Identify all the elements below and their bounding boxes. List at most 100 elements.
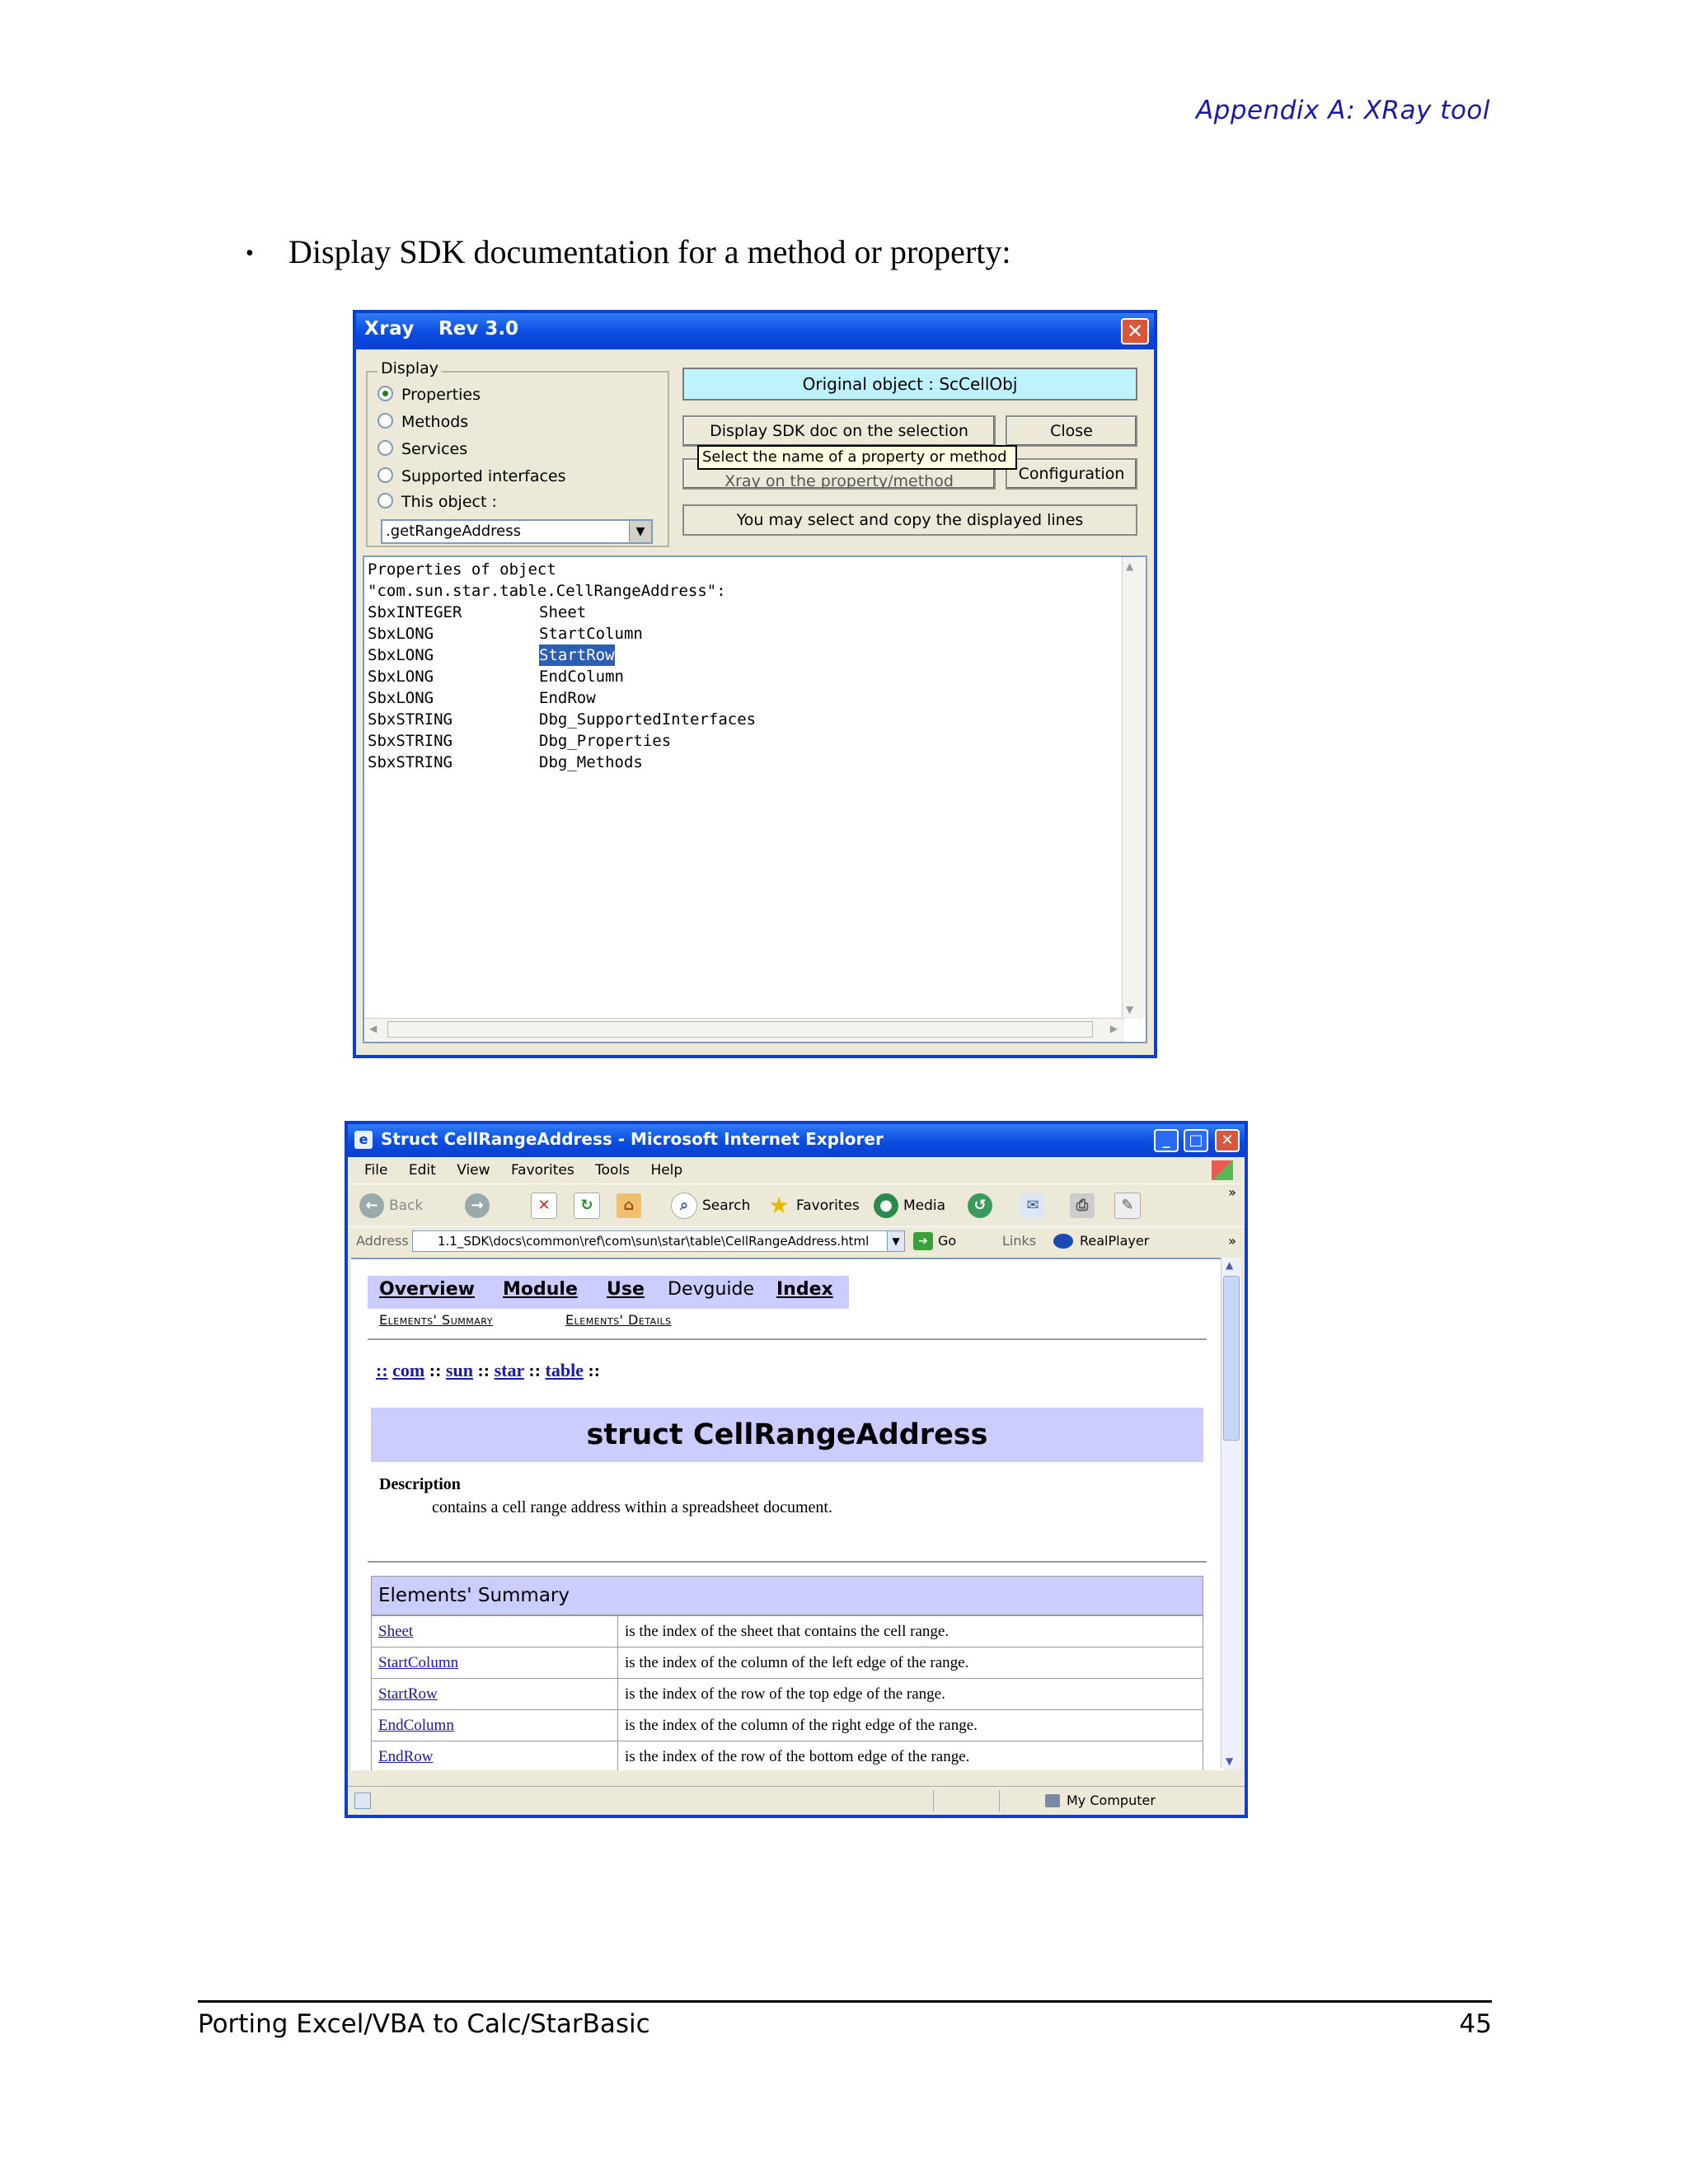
realplayer-icon [1053,1234,1073,1249]
radio-this-object-icon[interactable] [377,493,393,509]
breadcrumb-star[interactable]: star [495,1360,524,1380]
address-dropdown-icon[interactable]: ▼ [887,1230,905,1252]
property-name[interactable]: StartColumn [539,623,643,644]
scroll-up-icon[interactable]: ▲ [1226,1259,1233,1271]
history-icon: ↺ [968,1193,992,1218]
display-sdk-doc-button[interactable]: Display SDK doc on the selection [682,415,996,447]
xray-dialog: Xray Rev 3.0 ✕ Display Properties Method… [353,310,1157,1058]
close-button[interactable]: Close [1006,415,1137,447]
chevron-down-icon[interactable]: ▼ [629,521,651,542]
back-button[interactable]: ← Back [359,1193,423,1219]
ie-scroll-thumb[interactable] [1223,1276,1240,1441]
ie-page-content: Overview Module Use Devguide Index Eleme… [351,1258,1225,1770]
ie-title: Struct CellRangeAddress - Microsoft Inte… [381,1129,884,1149]
element-link-sheet[interactable]: Sheet [371,1615,618,1647]
property-name[interactable]: Dbg_SupportedInterfaces [539,709,756,730]
xray-close-icon[interactable]: ✕ [1121,318,1149,344]
menu-tools[interactable]: Tools [595,1157,630,1183]
radio-properties-icon[interactable] [377,386,393,401]
scroll-left-icon[interactable]: ◀ [369,1023,377,1034]
menu-help[interactable]: Help [650,1157,682,1183]
refresh-button[interactable]: ↻ [574,1193,605,1219]
search-icon: ⌕ [671,1193,697,1219]
ie-vertical-scrollbar[interactable]: ▲ ▼ [1221,1258,1241,1769]
forward-button[interactable]: → [465,1193,495,1219]
radio-this-object[interactable]: This object : [377,493,497,518]
nav-use[interactable]: Use [607,1279,645,1300]
menu-favorites[interactable]: Favorites [511,1157,574,1183]
element-link-startcolumn[interactable]: StartColumn [371,1647,618,1679]
property-name[interactable]: Dbg_Properties [539,730,671,752]
object-combo[interactable]: .getRangeAddress ▼ [381,519,653,544]
breadcrumb-sep: :: [477,1360,490,1380]
go-arrow-icon[interactable]: ➔ [913,1232,933,1250]
radio-methods-icon[interactable] [377,413,393,429]
scroll-down-icon[interactable]: ▼ [1226,1755,1233,1767]
property-name[interactable]: EndColumn [539,666,624,687]
vertical-scrollbar[interactable]: ▲ ▼ [1122,557,1146,1019]
select-copy-message: You may select and copy the displayed li… [682,504,1137,536]
scroll-thumb[interactable] [387,1021,1093,1038]
maximize-icon[interactable]: □ [1184,1129,1208,1152]
scroll-right-icon[interactable]: ▶ [1110,1023,1118,1034]
properties-text-area[interactable]: Properties of object "com.sun.star.table… [363,555,1147,1043]
breadcrumb-table[interactable]: table [546,1360,584,1380]
breadcrumb-sun[interactable]: sun [446,1360,473,1380]
home-button[interactable]: ⌂ [617,1193,646,1219]
links-more-icon[interactable]: » [1228,1227,1236,1255]
element-link-endrow[interactable]: EndRow [371,1741,618,1770]
radio-properties[interactable]: Properties [377,386,481,410]
property-name-selected[interactable]: StartRow [539,644,615,666]
search-button[interactable]: ⌕ Search [671,1193,750,1219]
ie-menu-bar: File Edit View Favorites Tools Help [348,1157,1245,1183]
element-link-startrow[interactable]: StartRow [371,1678,618,1710]
breadcrumb-com[interactable]: com [392,1360,424,1380]
ie-title-bar[interactable]: e Struct CellRangeAddress - Microsoft In… [348,1124,1245,1157]
edit-button[interactable]: ✎ [1114,1193,1146,1219]
status-divider [933,1790,934,1811]
footer-title: Porting Excel/VBA to Calc/StarBasic [198,2009,650,2039]
mail-button[interactable]: ✉ [1020,1193,1050,1219]
breadcrumb-sep: :: [528,1360,542,1380]
ie-address-bar: Address 1.1_SDK\docs\common\ref\com\sun\… [348,1226,1245,1255]
favorites-button[interactable]: ★ Favorites [767,1193,859,1219]
menu-view[interactable]: View [457,1157,490,1183]
address-label: Address [356,1233,409,1249]
print-button[interactable]: ⎙ [1070,1193,1100,1219]
stop-button[interactable]: ✕ [531,1193,562,1219]
property-name[interactable]: Dbg_Methods [539,752,643,773]
radio-services[interactable]: Services [377,440,467,465]
radio-supported-interfaces-icon[interactable] [377,467,393,483]
radio-supported-interfaces[interactable]: Supported interfaces [377,467,566,492]
scroll-up-icon[interactable]: ▲ [1126,560,1133,572]
realplayer-link[interactable]: RealPlayer [1080,1227,1149,1255]
radio-services-label: Services [401,440,468,458]
property-name[interactable]: Sheet [539,602,586,623]
property-name[interactable]: EndRow [539,687,596,709]
xray-title-bar[interactable]: Xray Rev 3.0 ✕ [356,313,1154,349]
element-link-endcolumn[interactable]: EndColumn [371,1709,618,1741]
scroll-down-icon[interactable]: ▼ [1126,1004,1133,1015]
windows-logo-icon [1212,1160,1233,1180]
history-button[interactable]: ↺ [968,1193,997,1219]
radio-services-icon[interactable] [377,440,393,456]
subnav-elements-details[interactable]: Elements' Details [565,1312,672,1328]
horizontal-scrollbar[interactable]: ◀ ▶ [364,1018,1124,1042]
radio-methods[interactable]: Methods [377,413,468,438]
address-input[interactable]: 1.1_SDK\docs\common\ref\com\sun\star\tab… [412,1230,905,1252]
menu-file[interactable]: File [364,1157,387,1183]
nav-index[interactable]: Index [776,1279,833,1300]
breadcrumb-root[interactable]: :: [376,1360,388,1380]
toolbar-more-icon[interactable]: » [1228,1184,1236,1200]
menu-edit[interactable]: Edit [409,1157,436,1183]
subnav-elements-summary[interactable]: Elements' Summary [379,1312,493,1328]
configuration-button[interactable]: Configuration [1006,458,1137,490]
window-close-icon[interactable]: ✕ [1215,1129,1240,1152]
nav-module[interactable]: Module [503,1279,578,1300]
table-row: EndColumn is the index of the column of … [371,1709,1203,1741]
go-button[interactable]: Go [938,1227,956,1255]
links-label[interactable]: Links [1002,1227,1036,1255]
nav-overview[interactable]: Overview [379,1279,475,1300]
minimize-icon[interactable]: _ [1154,1129,1179,1152]
media-button[interactable]: ● Media [874,1193,945,1219]
